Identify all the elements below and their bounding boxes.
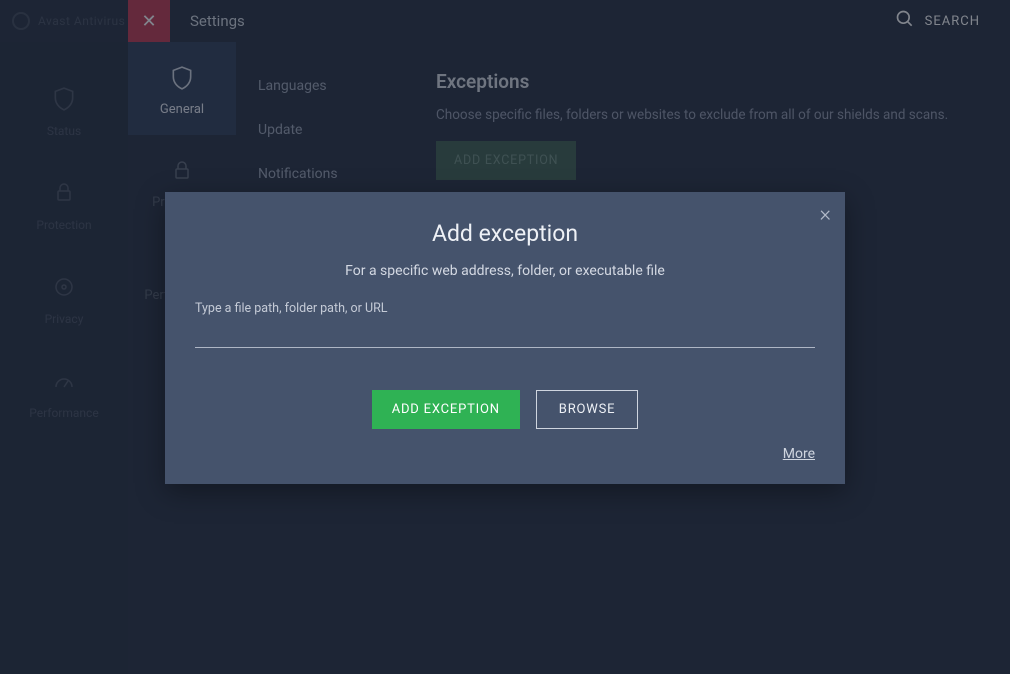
modal-title: Add exception	[195, 220, 815, 247]
modal-input-label: Type a file path, folder path, or URL	[195, 301, 815, 316]
modal-actions: ADD EXCEPTION BROWSE	[195, 390, 815, 429]
more-options-link[interactable]: More	[783, 446, 815, 462]
modal-close-button[interactable]: ×	[819, 202, 831, 227]
add-exception-modal: × Add exception For a specific web addre…	[165, 192, 845, 484]
modal-overlay: × Add exception For a specific web addre…	[0, 0, 1010, 674]
add-exception-button[interactable]: ADD EXCEPTION	[372, 390, 520, 429]
exception-path-input[interactable]	[195, 318, 815, 348]
modal-more-row: More	[195, 443, 815, 462]
modal-subtitle: For a specific web address, folder, or e…	[195, 263, 815, 279]
browse-button[interactable]: BROWSE	[536, 390, 639, 429]
